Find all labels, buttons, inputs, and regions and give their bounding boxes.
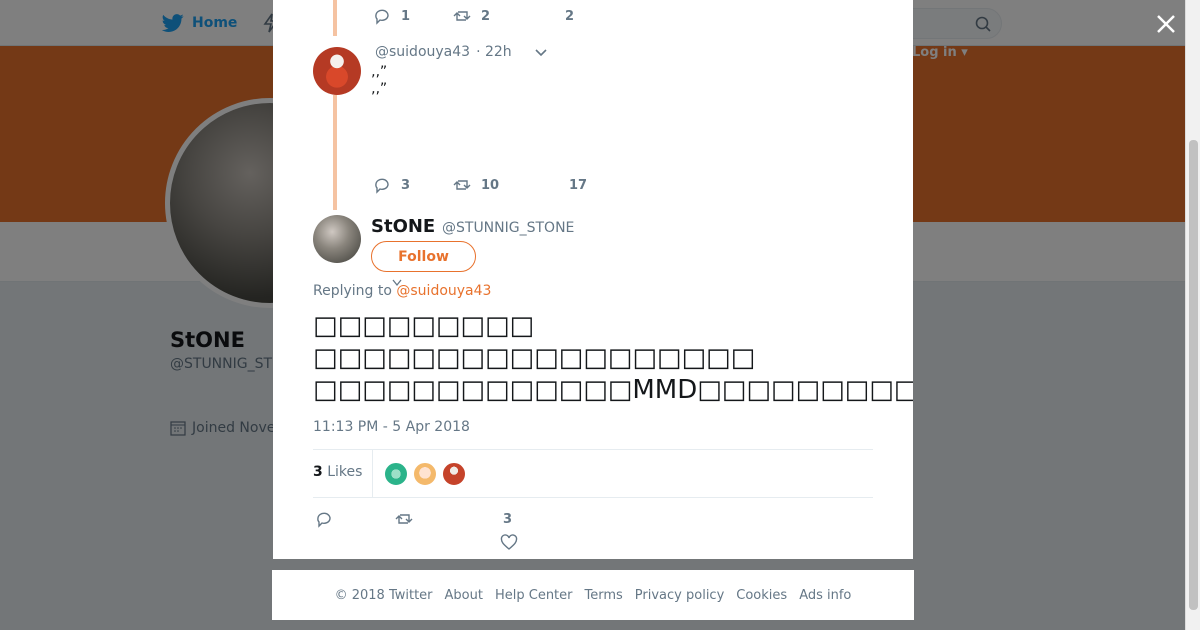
footer-link-privacy[interactable]: Privacy policy <box>635 588 724 603</box>
avatar[interactable] <box>442 462 466 486</box>
tweet-timestamp[interactable]: 11:13 PM - 5 Apr 2018 <box>313 419 470 435</box>
footer-copyright: © 2018 Twitter <box>334 587 433 603</box>
main-tweet-text: □□□□□□□□□ □□□□□□□□□□□□□□□□□□ □□□□□□□□□□□… <box>313 310 913 406</box>
tweet-text-line: □□□□□□□□□□□□□□□□□□ <box>313 343 756 373</box>
replying-to: Replying to @suidouya43 <box>313 283 491 299</box>
retweet-button[interactable]: 2 <box>453 7 565 25</box>
tweet-text-line: □□□□□□□□□ <box>313 311 535 341</box>
like-button[interactable]: 17 <box>569 178 587 193</box>
likes-count[interactable]: 3 Likes <box>313 464 362 480</box>
modal-footer: © 2018 Twitter About Help Center Terms P… <box>272 570 914 620</box>
retweet-icon <box>453 11 471 21</box>
avatar[interactable] <box>313 215 361 263</box>
close-icon[interactable] <box>1152 10 1180 38</box>
like-count: 3 <box>503 512 513 527</box>
avatar[interactable] <box>413 462 437 486</box>
replying-mention[interactable]: @suidouya43 <box>396 283 491 299</box>
tweet-text-line: □□□□□□□□□□□□□MMD□□□□□□□□□□□□□ <box>313 375 913 405</box>
likes-summary: 3 Likes <box>313 449 873 498</box>
quoted-tweet-actions: 3 10 17 <box>373 176 587 194</box>
replying-prefix: Replying to <box>313 283 392 299</box>
chevron-down-icon[interactable] <box>534 45 548 59</box>
likes-number: 3 <box>313 464 323 480</box>
main-tweet-name[interactable]: StONE <box>371 216 435 237</box>
reply-icon <box>375 178 389 194</box>
retweet-button[interactable]: 10 <box>453 176 569 194</box>
quoted-tweet-text: ‚‚” ‚‚” <box>371 64 388 97</box>
footer-link-terms[interactable]: Terms <box>585 588 623 603</box>
likes-label: Likes <box>327 464 363 480</box>
reply-icon <box>375 9 389 25</box>
likes-divider <box>372 450 373 498</box>
quoted-tweet-header: @suidouya43 · 22h <box>375 44 548 60</box>
avatar[interactable] <box>384 462 408 486</box>
reply-count: 3 <box>401 177 411 193</box>
main-tweet-handle[interactable]: @STUNNIG_STONE <box>442 220 574 236</box>
reply-icon[interactable] <box>315 510 333 528</box>
thread-connector <box>333 95 337 210</box>
footer-link-cookies[interactable]: Cookies <box>736 588 787 603</box>
reply-button[interactable]: 3 <box>373 176 453 194</box>
like-count: 17 <box>569 177 588 193</box>
page-scrollbar[interactable] <box>1185 0 1200 630</box>
like-count: 2 <box>565 8 575 24</box>
retweet-icon <box>453 180 471 190</box>
reply-button[interactable]: 1 <box>373 7 453 25</box>
quoted-handle[interactable]: @suidouya43 <box>375 44 470 60</box>
retweet-count: 10 <box>481 177 500 193</box>
retweet-count: 2 <box>481 8 491 24</box>
quoted-time[interactable]: · 22h <box>476 44 512 60</box>
prev-tweet-actions: 1 2 2 <box>373 7 574 25</box>
reply-count: 1 <box>401 8 411 24</box>
follow-button[interactable]: Follow <box>371 241 476 272</box>
tweet-modal: 1 2 2 @suidouya43 · 22h ‚‚” ‚‚” 3 10 17 … <box>273 0 913 559</box>
like-button[interactable]: 2 <box>565 9 574 24</box>
thread-connector <box>333 0 337 36</box>
footer-link-help-center[interactable]: Help Center <box>495 588 573 603</box>
heart-icon[interactable] <box>500 534 518 552</box>
footer-link-ads-info[interactable]: Ads info <box>799 588 851 603</box>
retweet-icon[interactable] <box>395 510 413 528</box>
scrollbar-thumb[interactable] <box>1189 140 1198 610</box>
avatar[interactable] <box>313 47 361 95</box>
footer-link-about[interactable]: About <box>445 588 483 603</box>
